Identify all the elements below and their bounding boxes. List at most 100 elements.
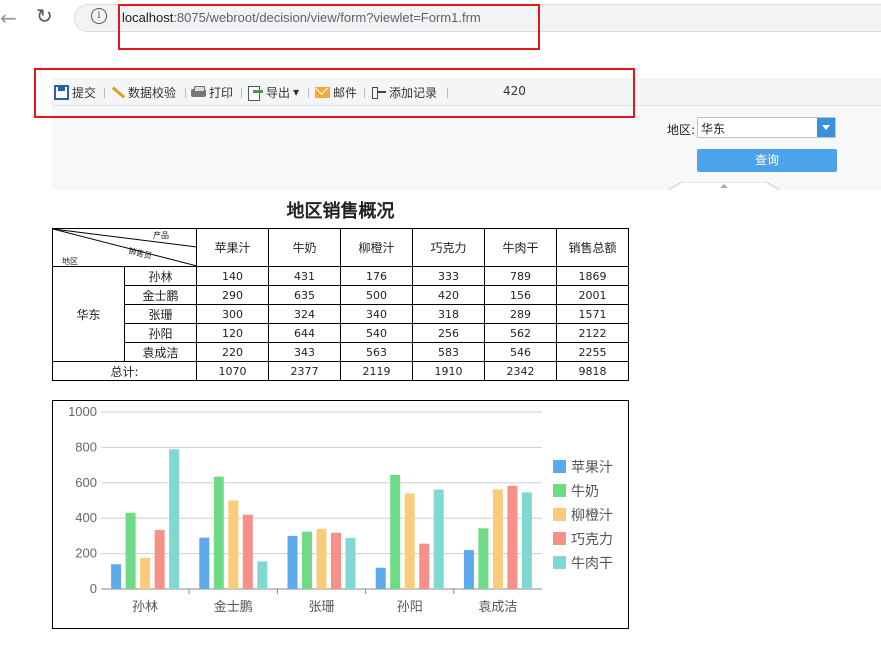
total-value: 1910 xyxy=(412,361,485,381)
value-cell: 256 xyxy=(412,323,485,343)
bar-牛肉干 xyxy=(433,489,444,589)
back-icon[interactable]: ← xyxy=(0,6,17,30)
value-cell: 176 xyxy=(340,266,413,286)
bar-牛奶 xyxy=(125,512,136,589)
bar-牛奶 xyxy=(302,531,312,589)
bar-苹果汁 xyxy=(287,535,298,589)
legend-swatch xyxy=(553,460,566,473)
column-header: 苹果汁 xyxy=(196,228,269,267)
value-cell: 562 xyxy=(484,323,557,343)
collapse-tab[interactable] xyxy=(668,182,780,190)
info-icon[interactable]: i xyxy=(91,8,107,24)
bar-牛奶 xyxy=(478,528,489,589)
column-header: 巧克力 xyxy=(412,228,485,267)
total-value: 1070 xyxy=(196,361,269,381)
total-cell: 2001 xyxy=(556,285,629,305)
bar-牛肉干 xyxy=(169,449,180,589)
chevron-down-icon[interactable] xyxy=(817,118,835,137)
value-cell: 156 xyxy=(484,285,557,305)
value-cell: 340 xyxy=(340,304,413,324)
bar-牛奶 xyxy=(390,475,401,589)
corner-product-label: 产品 xyxy=(153,231,169,240)
value-cell: 290 xyxy=(196,285,269,305)
table-row: 张珊 300 324 340 318 289 1571 xyxy=(53,304,629,324)
value-cell: 635 xyxy=(268,285,341,305)
legend-label: 苹果汁 xyxy=(571,460,613,476)
total-value: 9818 xyxy=(556,361,629,381)
bar-柳橙汁 xyxy=(316,528,327,589)
y-tick-label: 0 xyxy=(90,581,97,596)
bar-巧克力 xyxy=(331,532,341,589)
region-label: 地区: xyxy=(667,123,696,137)
bar-柳橙汁 xyxy=(492,489,503,589)
total-cell: 2122 xyxy=(556,323,629,343)
value-cell: 546 xyxy=(484,342,557,362)
legend-swatch xyxy=(553,508,566,521)
total-cell: 2255 xyxy=(556,342,629,362)
highlight-box-toolbar xyxy=(34,68,635,118)
bar-牛肉干 xyxy=(521,492,532,589)
bar-苹果汁 xyxy=(199,537,210,589)
table-row: 金士鹏 290 635 500 420 156 2001 xyxy=(53,285,629,305)
corner-header: 产品 销售员 地区 xyxy=(52,228,197,267)
salesperson-cell: 张珊 xyxy=(124,304,197,324)
region-value: 华东 xyxy=(701,122,726,136)
value-cell: 583 xyxy=(412,342,485,362)
region-cell: 华东 xyxy=(52,266,125,362)
bar-柳橙汁 xyxy=(228,500,239,589)
value-cell: 789 xyxy=(484,266,557,286)
value-cell: 318 xyxy=(412,304,485,324)
bar-巧克力 xyxy=(419,543,430,589)
salesperson-cell: 孙阳 xyxy=(124,323,197,343)
value-cell: 431 xyxy=(268,266,341,286)
x-tick-label: 孙阳 xyxy=(397,600,423,615)
legend-swatch xyxy=(553,484,566,497)
total-cell: 1869 xyxy=(556,266,629,286)
total-cell: 1571 xyxy=(556,304,629,324)
y-tick-label: 200 xyxy=(75,546,97,561)
value-cell: 324 xyxy=(268,304,341,324)
column-header: 牛肉干 xyxy=(484,228,557,267)
value-cell: 120 xyxy=(196,323,269,343)
bar-牛奶 xyxy=(213,476,224,589)
x-tick-label: 袁成洁 xyxy=(478,600,517,615)
column-header: 销售总额 xyxy=(556,228,629,267)
column-header: 柳橙汁 xyxy=(340,228,413,267)
table-row: 袁成洁 220 343 563 583 546 2255 xyxy=(53,342,629,362)
region-select[interactable]: 华东 xyxy=(697,117,836,138)
y-tick-label: 400 xyxy=(75,510,97,525)
value-cell: 220 xyxy=(196,342,269,362)
total-value: 2119 xyxy=(340,361,413,381)
salesperson-cell: 袁成洁 xyxy=(124,342,197,362)
query-button[interactable]: 查询 xyxy=(697,149,837,172)
value-cell: 420 xyxy=(412,285,485,305)
report-table: 产品 销售员 地区 苹果汁 牛奶 柳橙汁 巧克力 牛肉干 销售总额 华东 孙林 … xyxy=(52,228,629,381)
y-tick-label: 600 xyxy=(75,475,97,490)
corner-region-label: 地区 xyxy=(62,257,78,266)
reload-icon[interactable]: ↻ xyxy=(36,4,53,28)
legend-swatch xyxy=(553,556,566,569)
value-cell: 300 xyxy=(196,304,269,324)
legend-label: 牛肉干 xyxy=(571,556,613,572)
legend-label: 巧克力 xyxy=(571,532,613,548)
y-tick-label: 800 xyxy=(75,439,97,454)
legend-swatch xyxy=(553,532,566,545)
value-cell: 644 xyxy=(268,323,341,343)
x-tick-label: 孙林 xyxy=(132,600,158,615)
x-tick-label: 金士鹏 xyxy=(214,599,253,615)
value-cell: 289 xyxy=(484,304,557,324)
bar-柳橙汁 xyxy=(404,493,415,589)
bar-巧克力 xyxy=(507,485,518,589)
salesperson-cell: 金士鹏 xyxy=(124,285,197,305)
value-cell: 333 xyxy=(412,266,485,286)
legend-label: 柳橙汁 xyxy=(571,507,613,524)
bar-柳橙汁 xyxy=(140,557,151,589)
bar-苹果汁 xyxy=(375,567,386,589)
bar-巧克力 xyxy=(242,514,253,589)
highlight-box-url xyxy=(118,4,540,50)
value-cell: 540 xyxy=(340,323,413,343)
legend-label: 牛奶 xyxy=(571,484,599,500)
sales-bar-chart: 0 200 400 600 800 1000 孙林 金士鹏 张珊 孙阳 袁成洁 苹果汁牛奶柳橙汁巧克力… xyxy=(68,404,613,615)
salesperson-cell: 孙林 xyxy=(124,266,197,286)
report-title: 地区销售概况 xyxy=(286,201,395,222)
